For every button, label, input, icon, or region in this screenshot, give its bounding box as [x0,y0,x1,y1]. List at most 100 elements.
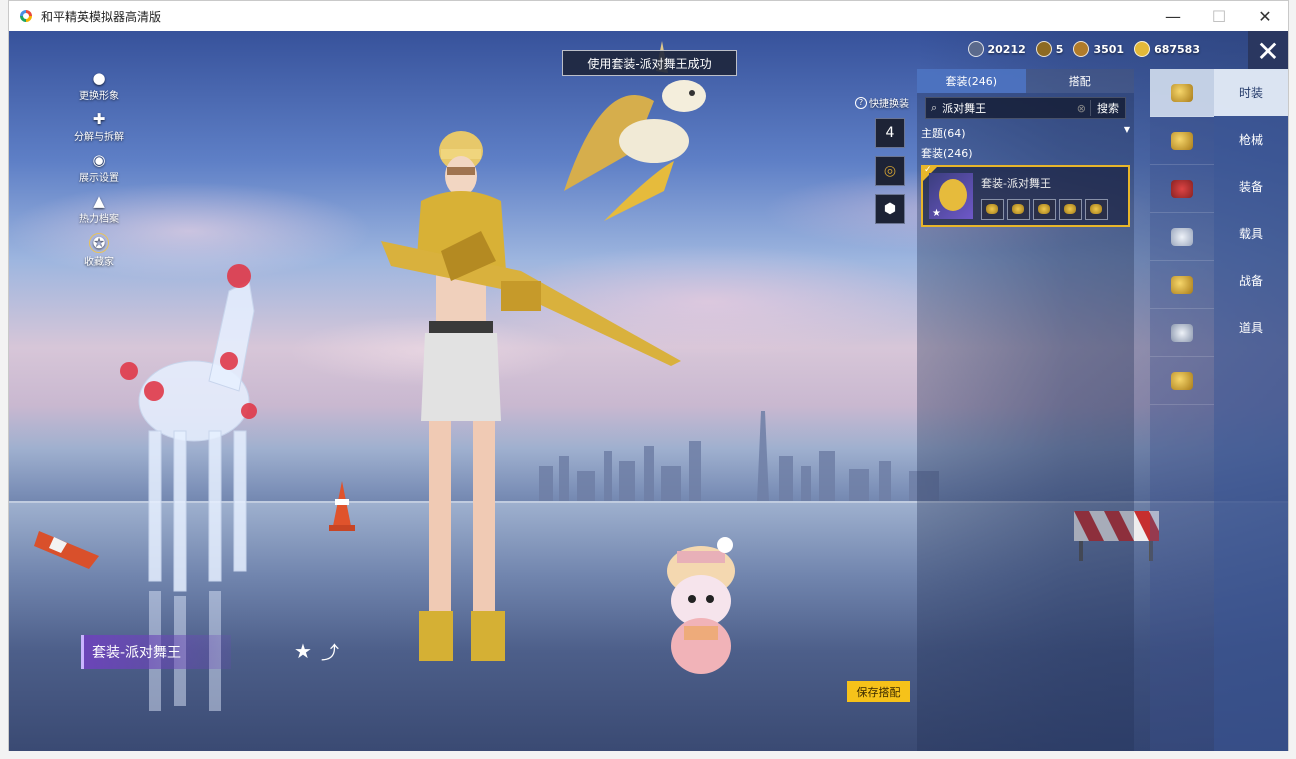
player-character [416,131,506,661]
minimize-button[interactable]: — [1150,1,1196,31]
outfit-card-title: 套装-派对舞王 [981,177,1051,190]
left-menu: ● 更换形象 ✚ 分解与拆解 ◉ 展示设置 ▲ 热力档案 ✪ 收藏家 [69,69,129,276]
svg-text:★: ★ [932,208,941,219]
quick-swap-outfit-button[interactable]: 4 [875,118,905,148]
category-icon-helmet[interactable] [1150,117,1214,165]
currency-bar: 20212 5 3501 687583 [967,41,1200,57]
left-menu-label: 分解与拆解 [74,132,124,143]
currency-item: 20212 [967,41,1026,57]
currency-value: 3501 [1093,42,1125,56]
vehicle-icon [1171,323,1193,342]
category-icon-gear[interactable] [1150,165,1214,213]
tab-combinations[interactable]: 搭配 [1025,69,1134,93]
puzzle-icon: ✚ [92,110,106,128]
eye-icon: ◉ [92,151,106,169]
category-icon-column [1150,69,1214,751]
left-menu-item-decompose[interactable]: ✚ 分解与拆解 [69,110,129,143]
close-window-button[interactable]: ✕ [1242,1,1288,31]
left-menu-item-change-avatar[interactable]: ● 更换形象 [69,69,129,102]
gold-coin-icon [1134,41,1151,57]
category-tab-items[interactable]: 道具 [1214,304,1288,351]
category-icon-outfit[interactable] [1150,69,1214,117]
search-input[interactable] [940,100,1077,116]
outfit-name-banner: 套装-派对舞王 [81,635,231,669]
traffic-cone-center [329,481,355,531]
title-bar: 和平精英模拟器高清版 — ☐ ✕ [9,1,1288,31]
theme-filter[interactable]: 主题(64) ▼ [921,125,1130,141]
left-menu-label: 展示设置 [79,173,119,184]
chevron-down-icon: ▼ [1123,125,1130,134]
share-icon[interactable]: ⤴ [321,639,339,665]
app-window: 和平精英模拟器高清版 — ☐ ✕ 使用套装-派对舞王成功 20212 5 350… [8,0,1289,751]
favorite-star-icon[interactable]: ★ [294,639,312,663]
search-icon: ⌕ [931,101,938,114]
category-tab-outfit[interactable]: 时装 [1214,69,1288,116]
game-viewport: 使用套装-派对舞王成功 20212 5 3501 687583 ✕ ● 更换形象… [9,31,1288,751]
golden-rifle [381,231,681,366]
currency-value: 20212 [987,42,1026,56]
category-tabs: 时装 枪械 装备 载具 战备 道具 [1214,69,1288,751]
category-icon-mask[interactable] [1150,213,1214,261]
currency-value: 5 [1055,42,1064,56]
category-tab-equipment[interactable]: 装备 [1214,163,1288,210]
category-icon-vehicle[interactable] [1150,309,1214,357]
currency-item: 5 [1035,41,1064,57]
left-menu-label: 收藏家 [84,257,114,268]
save-outfit-button[interactable]: 保存搭配 [847,681,910,702]
quick-swap: ? 快捷换装 4 ◎ ⬢ [855,95,911,224]
city-skyline [539,411,939,501]
search-bar: ⌕ ⊗ 搜索 [925,97,1126,119]
category-tab-vehicles[interactable]: 载具 [1214,210,1288,257]
outfit-thumbnail: ★ [929,173,973,219]
outfit-icon [1171,83,1193,102]
coin-icon [967,41,984,57]
clear-search-icon[interactable]: ⊗ [1077,102,1086,115]
left-menu-label: 热力档案 [79,214,119,225]
category-icon-glove[interactable] [1150,357,1214,405]
search-button[interactable]: 搜索 [1090,100,1125,116]
outfit-part-icon [1059,199,1082,220]
help-icon: ? [855,96,867,109]
glove-icon [1171,371,1193,390]
currency-value: 687583 [1154,42,1200,56]
currency-item: 687583 [1134,41,1200,57]
gear-icon [1171,179,1193,198]
maximize-button[interactable]: ☐ [1196,1,1242,31]
quick-swap-badge-button[interactable]: ◎ [875,156,905,186]
outfit-card[interactable]: ✓ ★ 套装-派对舞王 [921,165,1130,227]
success-toast: 使用套装-派对舞王成功 [562,50,737,76]
category-tab-guns[interactable]: 枪械 [1214,116,1288,163]
supplies-icon [1171,275,1193,294]
window-title: 和平精英模拟器高清版 [41,9,162,24]
outfit-part-icon [1007,199,1030,220]
left-menu-item-heat-profile[interactable]: ▲ 热力档案 [69,192,129,225]
category-icon-supplies[interactable] [1150,261,1214,309]
collection-icon: ✪ [89,233,109,253]
close-wardrobe-button[interactable]: ✕ [1248,31,1288,71]
left-menu-item-collector[interactable]: ✪ 收藏家 [69,233,129,268]
token-icon [1035,41,1052,57]
medal-icon [1073,41,1090,57]
left-menu-item-display-settings[interactable]: ◉ 展示设置 [69,151,129,184]
quick-swap-label: ? 快捷换装 [855,95,911,110]
pet-snow-creature [667,537,735,674]
outfit-card-items [981,199,1108,220]
category-tab-combat[interactable]: 战备 [1214,257,1288,304]
emblem-icon: ⬢ [883,201,897,217]
outfit-part-icon [1085,199,1108,220]
helmet-icon [1171,131,1193,150]
currency-item: 3501 [1073,41,1124,57]
tab-suits[interactable]: 套装(246) [917,69,1026,93]
quick-swap-emblem-button[interactable]: ⬢ [875,194,905,224]
theme-filter-label: 主题(64) [921,127,966,140]
suit-count-label: 套装(246) [921,147,973,160]
badge-icon: ◎ [883,163,897,179]
quick-swap-text: 快捷换装 [869,99,909,110]
quick-swap-slot-number: 4 [885,125,895,141]
panel-tabs: 套装(246) 搭配 [917,69,1134,93]
outfit-panel: 套装(246) 搭配 ⌕ ⊗ 搜索 主题(64) ▼ 套装(246) ✓ ★ 套… [917,69,1134,751]
app-logo-icon [19,9,33,23]
mask-icon [1171,227,1193,246]
fire-icon: ▲ [93,192,105,210]
outfit-part-icon [1033,199,1056,220]
